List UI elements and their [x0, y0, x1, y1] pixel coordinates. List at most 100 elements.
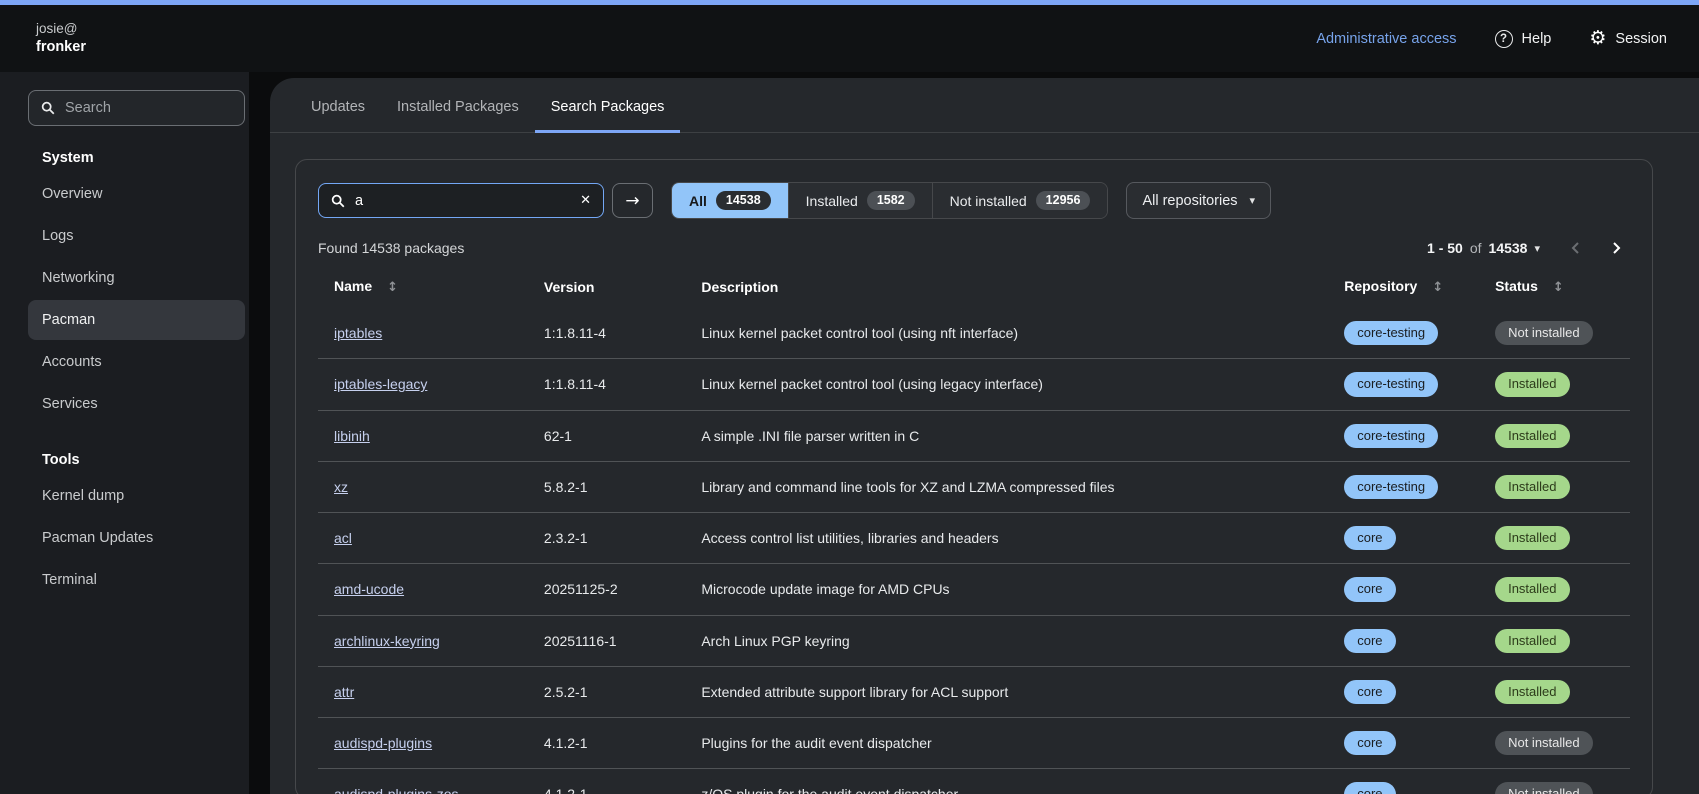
next-page-button[interactable]: [1611, 241, 1622, 255]
results-meta-row: Found 14538 packages 1 - 50 of 14538 ▾: [296, 219, 1652, 264]
package-name-link[interactable]: acl: [334, 530, 352, 546]
package-name-link[interactable]: xz: [334, 479, 348, 495]
pagination-total: 14538: [1489, 240, 1528, 256]
filter-installed-label: Installed: [806, 193, 858, 209]
repositories-dropdown[interactable]: All repositories ▾: [1126, 182, 1271, 219]
package-name-link[interactable]: archlinux-keyring: [334, 633, 440, 649]
sidebar-item-overview[interactable]: Overview: [28, 174, 245, 214]
repository-badge: core: [1344, 782, 1395, 794]
filter-not-installed-label: Not installed: [950, 193, 1027, 209]
session-menu[interactable]: ⚙ Session: [1589, 29, 1667, 48]
previous-page-button[interactable]: [1570, 241, 1581, 255]
status-badge: Installed: [1495, 475, 1569, 499]
masthead: josie@ fronker Administrative access ? H…: [0, 5, 1699, 72]
repository-badge: core-testing: [1344, 372, 1438, 396]
package-description: Linux kernel packet control tool (using …: [685, 359, 1328, 410]
package-version: 5.8.2-1: [528, 461, 685, 512]
package-name-link[interactable]: attr: [334, 684, 354, 700]
help-menu[interactable]: ? Help: [1495, 30, 1552, 48]
table-header-row: Name↕ Version Description Repository↕ St…: [318, 268, 1630, 308]
package-name-link[interactable]: iptables: [334, 325, 382, 341]
pagination-of: of: [1470, 240, 1482, 256]
sort-icon[interactable]: ↕: [1432, 280, 1443, 295]
tab-updates[interactable]: Updates: [295, 78, 381, 133]
package-search-input[interactable]: [355, 193, 570, 209]
package-version: 20251116-1: [528, 615, 685, 666]
repository-badge: core: [1344, 577, 1395, 601]
package-version: 2.3.2-1: [528, 513, 685, 564]
column-header-name: Name: [334, 278, 372, 294]
sidebar-section-tools: Tools: [28, 440, 245, 476]
sidebar-item-kernel-dump[interactable]: Kernel dump: [28, 476, 245, 516]
package-search-box[interactable]: ✕: [318, 183, 604, 218]
filter-all[interactable]: All 14538: [672, 183, 788, 218]
sidebar-section-system: System: [28, 138, 245, 174]
table-row: libinih 62-1 A simple .INI file parser w…: [318, 410, 1630, 461]
package-name-link[interactable]: libinih: [334, 428, 370, 444]
sidebar-item-pacman-updates[interactable]: Pacman Updates: [28, 518, 245, 558]
chevron-down-icon: ▾: [1250, 194, 1256, 207]
filter-installed-count: 1582: [867, 191, 915, 211]
status-badge: Installed: [1495, 526, 1569, 550]
sidebar-item-networking[interactable]: Networking: [28, 258, 245, 298]
tab-bar: Updates Installed Packages Search Packag…: [270, 78, 1699, 133]
sidebar-search-input[interactable]: [65, 100, 215, 116]
sidebar-item-terminal[interactable]: Terminal: [28, 560, 245, 600]
search-icon: [331, 194, 345, 208]
package-version: 62-1: [528, 410, 685, 461]
status-badge: Installed: [1495, 424, 1569, 448]
column-header-status: Status: [1495, 278, 1538, 294]
package-description: Plugins for the audit event dispatcher: [685, 718, 1328, 769]
status-badge: Installed: [1495, 629, 1569, 653]
sidebar-item-services[interactable]: Services: [28, 384, 245, 424]
sort-icon[interactable]: ↕: [1553, 280, 1564, 295]
sidebar-item-pacman[interactable]: Pacman: [28, 300, 245, 340]
package-description: Access control list utilities, libraries…: [685, 513, 1328, 564]
table-row: iptables-legacy 1:1.8.11-4 Linux kernel …: [318, 359, 1630, 410]
repositories-dropdown-label: All repositories: [1142, 193, 1237, 209]
package-version: 4.1.2-1: [528, 718, 685, 769]
sort-icon[interactable]: ↕: [387, 280, 398, 295]
status-badge: Not installed: [1495, 321, 1593, 345]
search-toolbar: ✕ → All 14538 Installed 1582: [296, 160, 1652, 219]
packages-table: Name↕ Version Description Repository↕ St…: [318, 268, 1630, 794]
chevron-left-icon: [1570, 241, 1581, 255]
tab-installed-packages[interactable]: Installed Packages: [381, 78, 535, 133]
package-name-link[interactable]: amd-ucode: [334, 581, 404, 597]
package-version: 1:1.8.11-4: [528, 359, 685, 410]
found-packages-text: Found 14538 packages: [318, 240, 464, 256]
package-description: Extended attribute support library for A…: [685, 666, 1328, 717]
brand-block[interactable]: josie@ fronker: [36, 20, 86, 58]
table-row: acl 2.3.2-1 Access control list utilitie…: [318, 513, 1630, 564]
package-name-link[interactable]: audispd-plugins-zos: [334, 786, 459, 794]
filter-all-label: All: [689, 193, 707, 209]
search-packages-card: ✕ → All 14538 Installed 1582: [295, 159, 1653, 794]
status-badge: Not installed: [1495, 731, 1593, 755]
status-badge: Installed: [1495, 680, 1569, 704]
filter-installed[interactable]: Installed 1582: [788, 183, 932, 218]
administrative-access-link[interactable]: Administrative access: [1316, 31, 1456, 47]
table-row: audispd-plugins-zos 4.1.2-1 z/OS plugin …: [318, 769, 1630, 794]
filter-all-count: 14538: [716, 191, 771, 211]
package-name-link[interactable]: audispd-plugins: [334, 735, 432, 751]
sidebar-item-accounts[interactable]: Accounts: [28, 342, 245, 382]
column-header-description: Description: [685, 268, 1328, 308]
package-name-link[interactable]: iptables-legacy: [334, 376, 427, 392]
pagination-menu-toggle[interactable]: 1 - 50 of 14538 ▾: [1427, 240, 1540, 256]
filter-not-installed[interactable]: Not installed 12956: [932, 183, 1108, 218]
repository-badge: core: [1344, 629, 1395, 653]
package-version: 4.1.2-1: [528, 769, 685, 794]
arrow-right-icon: →: [625, 191, 639, 211]
tab-search-packages[interactable]: Search Packages: [535, 78, 681, 133]
search-icon: [41, 101, 55, 115]
search-submit-button[interactable]: →: [612, 183, 653, 218]
sidebar-search-box[interactable]: [28, 90, 245, 126]
package-description: A simple .INI file parser written in C: [685, 410, 1328, 461]
filter-not-installed-count: 12956: [1036, 191, 1091, 211]
package-version: 1:1.8.11-4: [528, 308, 685, 359]
table-row: attr 2.5.2-1 Extended attribute support …: [318, 666, 1630, 717]
clear-search-icon[interactable]: ✕: [580, 193, 591, 208]
sidebar-item-logs[interactable]: Logs: [28, 216, 245, 256]
package-description: z/OS plugin for the audit event dispatch…: [685, 769, 1328, 794]
chevron-right-icon: [1611, 241, 1622, 255]
